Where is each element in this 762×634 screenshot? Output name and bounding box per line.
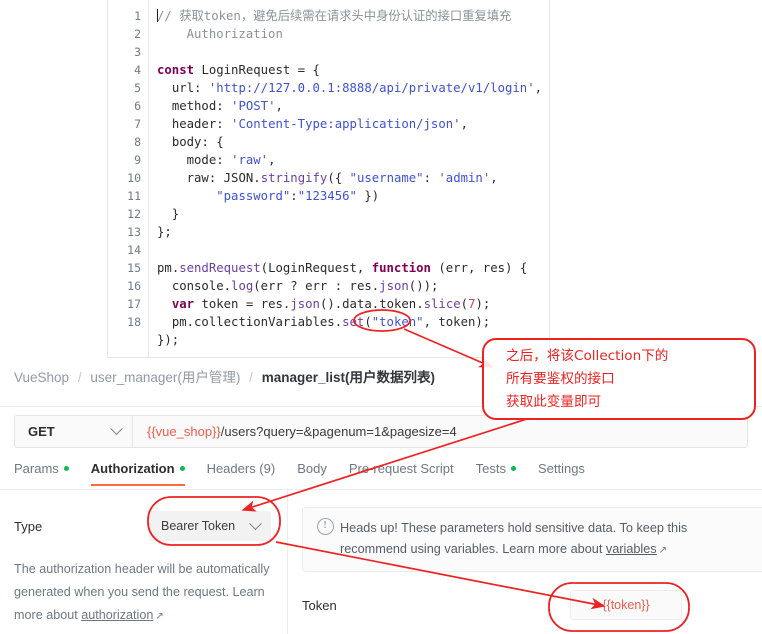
sensitive-data-banner: ! Heads up! These parameters hold sensit… xyxy=(302,507,762,572)
code-line: Authorization xyxy=(157,27,283,41)
line-number: 15 xyxy=(127,261,141,275)
line-number: 9 xyxy=(134,153,141,167)
line-number: 10 xyxy=(127,171,141,185)
code-scroll-area[interactable]: 1 2 3 4 5 6 7 8 9 10 11 12 13 14 15 16 17 18 // 获取token，避… xyxy=(108,0,549,357)
code-line: url: 'http://127.0.0.1:8888/api/private/… xyxy=(171,81,542,95)
line-number: 13 xyxy=(127,225,141,239)
annotation-line-3: 获取此变量即可 xyxy=(506,394,602,410)
line-number: 4 xyxy=(134,63,141,77)
tab-headers-9[interactable]: Headers (9) xyxy=(207,455,276,486)
token-input[interactable]: {{token}} xyxy=(570,590,682,620)
url-path-text: /users?query=&pagenum=1&pagesize=4 xyxy=(220,424,457,439)
line-number: 8 xyxy=(134,135,141,149)
code-line: method: 'POST', xyxy=(171,99,283,113)
code-line: const LoginRequest = { xyxy=(157,63,320,77)
annotation-line-1: 之后，将该Collection下的 xyxy=(506,348,669,364)
variables-doc-link[interactable]: variables xyxy=(606,542,657,556)
tab-label: Settings xyxy=(537,461,585,476)
token-label: Token xyxy=(302,597,337,613)
http-method-label: GET xyxy=(28,424,55,439)
code-line: } xyxy=(157,207,180,221)
breadcrumb-item-request[interactable]: manager_list(用户数据列表) xyxy=(262,370,435,385)
line-number: 3 xyxy=(134,45,141,59)
url-variable-token: {{vue_shop}} xyxy=(147,424,221,439)
breadcrumb: VueShop / user_manager(用户管理) / manager_l… xyxy=(14,366,435,386)
info-exclamation-icon: ! xyxy=(316,518,334,535)
line-number: 11 xyxy=(127,189,141,203)
http-method-select[interactable]: GET xyxy=(15,416,133,447)
line-number: 14 xyxy=(127,243,141,257)
tab-label: Tests xyxy=(475,461,506,476)
tab-authorization[interactable]: Authorization xyxy=(90,455,185,486)
tab-label: Body xyxy=(297,461,327,476)
auth-help-line3: more about xyxy=(14,608,82,622)
tab-settings[interactable]: Settings xyxy=(538,455,585,486)
code-line: "password":"123456" }) xyxy=(216,189,380,203)
code-line: header: 'Content-Type:application/json', xyxy=(171,117,468,131)
token-row: Token {{token}} xyxy=(302,590,762,620)
line-number: 1 xyxy=(134,9,141,23)
code-line: var token = res.json().data.token.slice(… xyxy=(171,297,491,311)
external-link-icon: ↗ xyxy=(155,611,164,622)
authorization-right-pane: ! Heads up! These parameters hold sensit… xyxy=(288,490,762,634)
tab-label: Params xyxy=(14,461,59,476)
breadcrumb-separator: / xyxy=(249,370,253,385)
auth-help-line1: The authorization header will be automat… xyxy=(14,562,270,576)
line-number: 5 xyxy=(134,81,141,95)
auth-help-line2: generated when you send the request. Lea… xyxy=(14,585,265,599)
external-link-icon: ↗ xyxy=(658,545,668,556)
tab-label: Headers (9) xyxy=(206,461,276,476)
request-tabs: Params Authorization Headers (9) Body Pre-re… xyxy=(0,455,762,490)
line-number: 17 xyxy=(127,297,141,311)
line-number-gutter: 1 2 3 4 5 6 7 8 9 10 11 12 13 14 15 16 17 18 xyxy=(108,0,149,357)
code-line: pm.collectionVariables.set("token", toke… xyxy=(171,315,491,329)
auth-type-dropdown[interactable]: Bearer Token xyxy=(149,511,271,541)
banner-line1: Heads up! These parameters hold sensitiv… xyxy=(340,521,688,535)
breadcrumb-separator: / xyxy=(77,370,82,385)
code-line: raw: JSON.stringify({ "username": 'admin… xyxy=(186,171,498,185)
code-content[interactable]: // 获取token，避免后续需在请求头中身份认证的接口重复填充 Authori… xyxy=(149,0,549,357)
code-line: mode: 'raw', xyxy=(186,153,276,167)
banner-line2: recommend using variables. Learn more ab… xyxy=(340,542,606,556)
tab-label: Pre-request Script xyxy=(348,461,454,476)
line-number: 6 xyxy=(134,99,141,113)
code-editor-panel[interactable]: 1 2 3 4 5 6 7 8 9 10 11 12 13 14 15 16 17 18 // 获取token，避… xyxy=(107,0,550,358)
line-number: 2 xyxy=(134,27,141,41)
tab-body[interactable]: Body xyxy=(297,455,327,486)
url-input[interactable]: {{vue_shop}}/users?query=&pagenum=1&page… xyxy=(133,416,747,447)
line-number: 12 xyxy=(127,207,141,221)
tab-status-dot-icon xyxy=(510,466,516,471)
annotation-callout-note: 之后，将该Collection下的 所有要鉴权的接口 获取此变量即可 xyxy=(482,338,756,420)
tab-label: Authorization xyxy=(90,461,175,476)
code-line: }; xyxy=(157,225,172,239)
tab-tests[interactable]: Tests xyxy=(476,455,516,486)
code-line: // 获取token，避免后续需在请求头中身份认证的接口重复填充 xyxy=(157,9,512,23)
authorization-doc-link[interactable]: authorization xyxy=(81,608,153,622)
line-number: 16 xyxy=(127,279,141,293)
tab-pre-request-script[interactable]: Pre-request Script xyxy=(349,455,454,486)
line-number: 7 xyxy=(134,117,141,131)
auth-type-row: Type Bearer Token xyxy=(14,511,274,541)
tab-status-dot-icon xyxy=(179,466,185,471)
breadcrumb-item-folder[interactable]: user_manager(用户管理) xyxy=(90,370,240,385)
auth-type-label: Type xyxy=(14,518,43,534)
code-line: pm.sendRequest(LoginRequest, function (e… xyxy=(157,261,528,275)
auth-type-value: Bearer Token xyxy=(161,519,236,533)
auth-help-text: The authorization header will be automat… xyxy=(14,558,276,628)
tab-params[interactable]: Params xyxy=(14,455,69,486)
sensitive-data-banner-text: Heads up! These parameters hold sensitiv… xyxy=(335,518,762,561)
info-icon-wrap: ! xyxy=(315,518,335,535)
chevron-down-icon xyxy=(249,516,262,530)
line-number: 18 xyxy=(127,315,141,329)
breadcrumb-item-collection[interactable]: VueShop xyxy=(14,370,69,385)
code-line: body: { xyxy=(171,135,224,149)
tab-status-dot-icon xyxy=(63,466,69,471)
annotation-line-2: 所有要鉴权的接口 xyxy=(506,371,615,387)
chevron-down-icon xyxy=(110,422,123,436)
authorization-left-pane: Type Bearer Token The authorization head… xyxy=(0,490,288,634)
code-line: console.log(err ? err : res.json()); xyxy=(171,279,439,293)
